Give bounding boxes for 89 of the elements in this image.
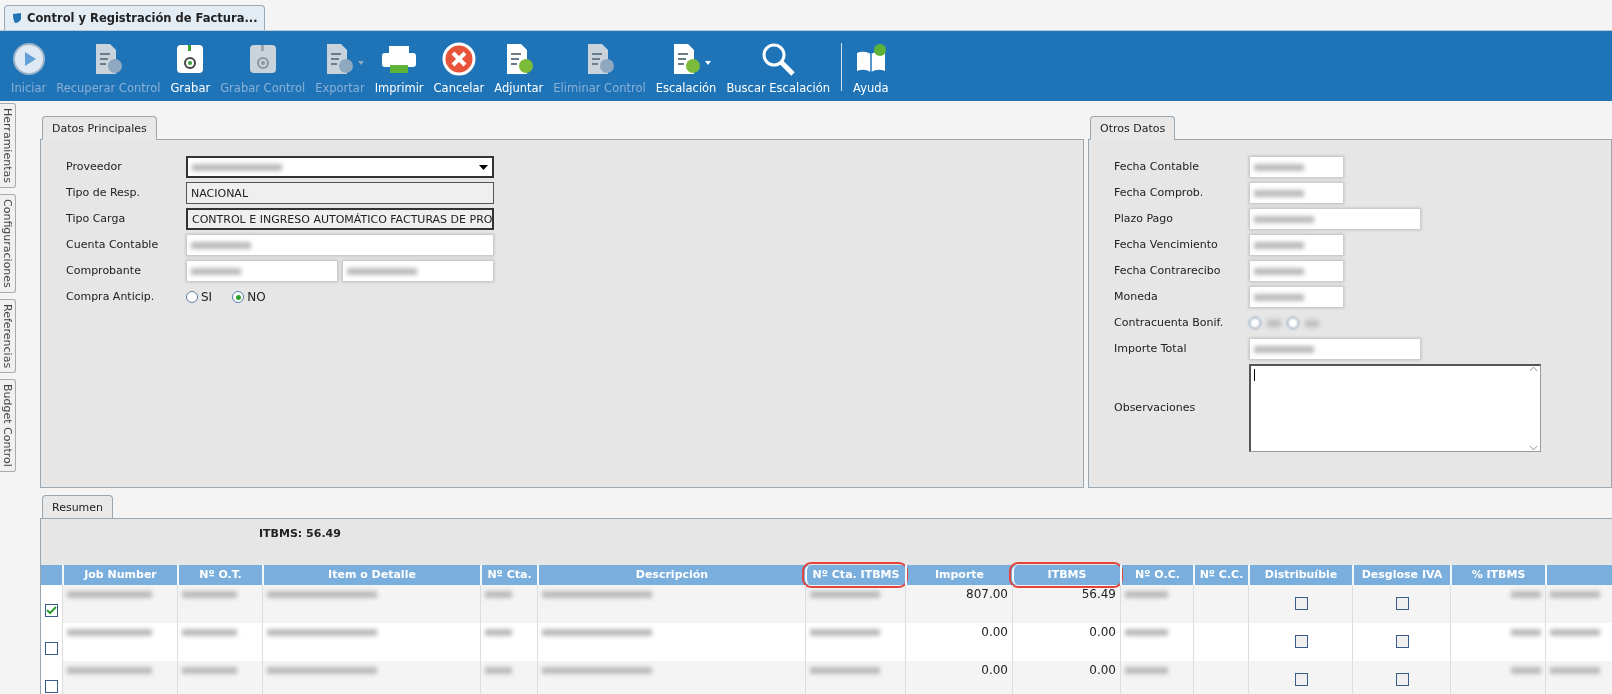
field-label: Compra Anticip. <box>66 289 156 305</box>
toolbar-button[interactable]: Cancelar <box>430 40 488 95</box>
search-icon <box>760 41 797 77</box>
summary-text: ITBMS: 56.49 <box>259 527 341 540</box>
date-field[interactable] <box>1249 234 1344 256</box>
field-label: Cuenta Contable <box>66 237 160 253</box>
checkbox[interactable] <box>1294 673 1308 686</box>
redacted-text <box>182 667 237 674</box>
table-cell: 0.00 <box>981 625 1008 639</box>
toolbar-button[interactable]: Ayuda <box>850 40 892 95</box>
checkbox[interactable] <box>45 680 58 693</box>
redacted-text <box>1550 667 1600 674</box>
panel-tab[interactable]: Resumen <box>42 495 114 519</box>
table-cell: 56.49 <box>1081 587 1116 601</box>
text-field[interactable] <box>342 260 494 282</box>
side-tab[interactable]: Configuraciones <box>0 193 16 293</box>
cancel-icon <box>441 42 476 76</box>
redacted-text <box>1550 591 1600 598</box>
caret-icon <box>358 61 365 65</box>
field-label: Tipo Carga <box>66 211 127 227</box>
field-label: Fecha Vencimiento <box>1114 237 1219 253</box>
field-label: Fecha Contable <box>1114 159 1200 175</box>
redacted-text <box>1550 629 1600 636</box>
dropdown-field[interactable] <box>186 156 494 178</box>
field-label: Tipo de Resp. <box>66 185 142 201</box>
panel-tab[interactable]: Otros Datos <box>1090 116 1176 140</box>
field-label: Fecha Contrarecibo <box>1114 263 1222 279</box>
text-field[interactable] <box>1249 208 1421 230</box>
text-field[interactable] <box>186 260 338 282</box>
table-cell: 0.00 <box>1089 663 1116 677</box>
checkbox[interactable] <box>1294 597 1308 610</box>
dropdown-field[interactable]: CONTROL E INGRESO AUTOMÁTICO FACTURAS DE PRO <box>186 208 494 230</box>
checkbox[interactable] <box>1294 635 1308 648</box>
redacted-text <box>485 667 512 674</box>
checkbox[interactable] <box>45 604 58 617</box>
field-label: Proveedor <box>66 159 123 175</box>
text-field[interactable] <box>1249 338 1421 360</box>
redacted-text <box>1511 591 1541 598</box>
toolbar-button[interactable]: Grabar <box>167 40 214 95</box>
field-label: Plazo Pago <box>1114 211 1175 227</box>
checkbox[interactable] <box>1395 635 1409 648</box>
radio-option[interactable]: SI <box>186 290 213 304</box>
radio-option[interactable]: NO <box>232 290 266 304</box>
redacted-text <box>1125 591 1168 598</box>
field-label: Observaciones <box>1114 400 1197 416</box>
text-field[interactable]: NACIONAL <box>186 182 494 204</box>
redacted-text <box>182 629 237 636</box>
redacted-text <box>182 591 237 598</box>
field-label: Importe Total <box>1114 341 1188 357</box>
toolbar-button[interactable]: Adjuntar <box>491 40 547 95</box>
side-tab[interactable]: Budget Control <box>0 378 16 472</box>
redacted-text <box>810 629 880 636</box>
chevron-down-icon[interactable] <box>1528 445 1538 451</box>
redacted-text <box>810 591 880 598</box>
table-cell: 807.00 <box>966 587 1008 601</box>
side-tab[interactable]: Herramientas <box>0 103 16 188</box>
date-field[interactable] <box>1249 156 1344 178</box>
table-cell: 0.00 <box>981 663 1008 677</box>
field-label: Fecha Comprob. <box>1114 185 1205 201</box>
field-label: Moneda <box>1114 289 1159 305</box>
chevron-up-icon[interactable] <box>1528 366 1538 372</box>
document-tab[interactable]: Control y Registración de Factura... <box>4 5 265 30</box>
shield-icon <box>11 12 23 24</box>
toolbar-button[interactable]: Buscar Escalación <box>723 40 834 95</box>
redacted-text <box>1511 667 1541 674</box>
redacted-text <box>485 591 512 598</box>
redacted-text <box>1125 629 1168 636</box>
caret-icon <box>479 164 488 170</box>
text-area[interactable] <box>1249 364 1541 452</box>
play-icon <box>11 42 46 76</box>
field-label: Comprobante <box>66 263 142 279</box>
toolbar-button[interactable]: Imprimir <box>371 40 427 95</box>
redacted-text <box>1125 667 1168 674</box>
redacted-text <box>485 629 512 636</box>
toolbar-button[interactable]: Escalación <box>652 40 720 95</box>
redacted-text <box>1511 629 1541 636</box>
date-field[interactable] <box>1249 286 1344 308</box>
checkbox[interactable] <box>1395 597 1409 610</box>
panel-tab[interactable]: Datos Principales <box>42 116 157 140</box>
table-cell: 0.00 <box>1089 625 1116 639</box>
date-field[interactable] <box>1249 260 1344 282</box>
checkbox[interactable] <box>1395 673 1409 686</box>
caret-icon <box>704 61 711 65</box>
redacted-text <box>810 667 880 674</box>
text-field[interactable] <box>186 234 494 256</box>
date-field[interactable] <box>1249 182 1344 204</box>
field-label: Contracuenta Bonif. <box>1114 315 1225 331</box>
side-tab[interactable]: Referencias <box>0 298 16 373</box>
checkbox[interactable] <box>45 642 58 655</box>
